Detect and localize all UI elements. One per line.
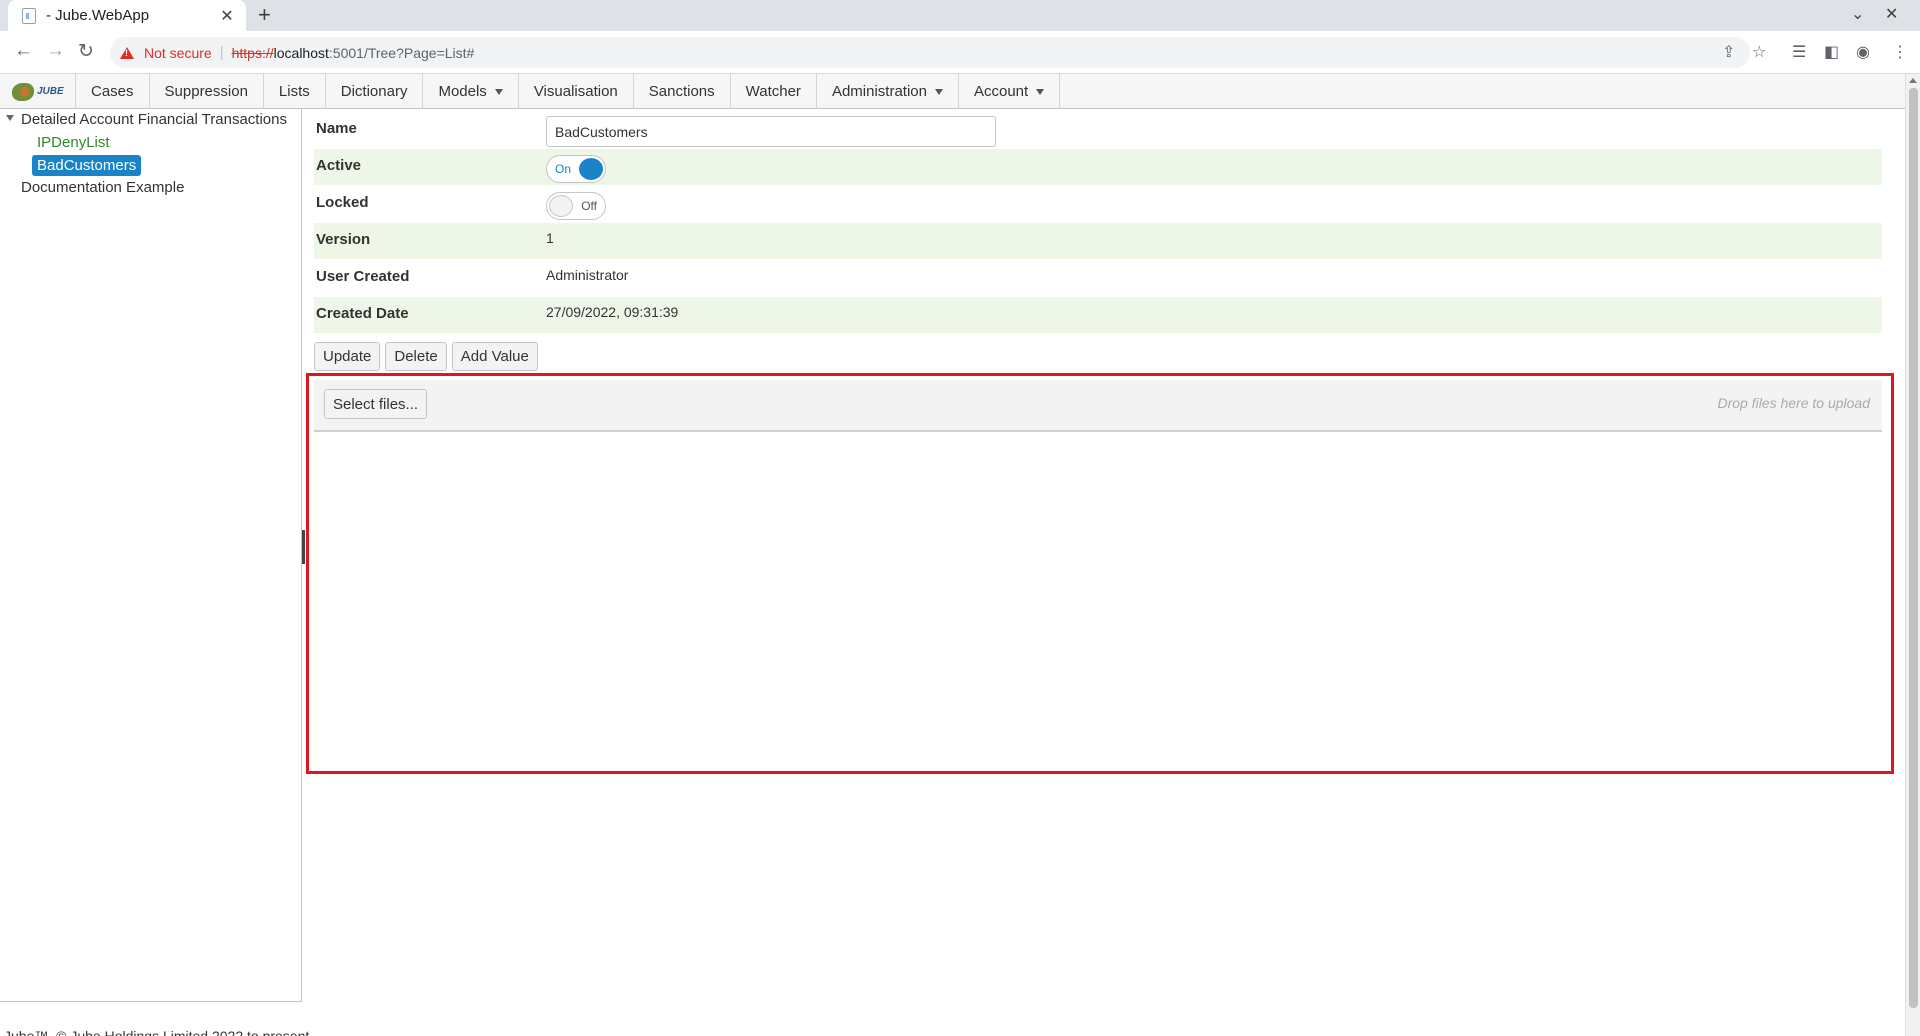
nav-label: Models bbox=[438, 83, 487, 100]
chevron-down-icon bbox=[1036, 88, 1045, 95]
nav-watcher[interactable]: Watcher bbox=[731, 74, 817, 109]
nav-label: Account bbox=[973, 83, 1029, 100]
url-path: :5001/Tree?Page=List# bbox=[328, 44, 475, 61]
tab-title: - Jube.WebApp bbox=[46, 7, 150, 24]
nav-label: Lists bbox=[278, 83, 310, 100]
nav-label: Suppression bbox=[164, 83, 248, 100]
tree-node-badcustomers[interactable]: BadCustomers bbox=[32, 155, 142, 176]
reload-icon[interactable]: ↻ bbox=[78, 40, 94, 63]
nav-sanctions[interactable]: Sanctions bbox=[634, 74, 731, 109]
tree-node-ipdenylist[interactable]: IPDenyList bbox=[37, 134, 110, 151]
browser-tab-bar: - Jube.WebApp ✕ + ⌄ ✕ bbox=[0, 0, 1920, 31]
tree-node-documentation-example[interactable]: Documentation Example bbox=[21, 179, 184, 196]
url-bar[interactable]: Not secure | https:// localhost :5001/Tr… bbox=[110, 37, 1750, 68]
nav-label: Sanctions bbox=[648, 83, 715, 100]
active-row: Active On bbox=[314, 149, 1882, 185]
created-date-value: 27/09/2022, 09:31:39 bbox=[546, 304, 679, 320]
locked-row: Locked Off bbox=[314, 186, 1882, 222]
scroll-thumb[interactable] bbox=[1909, 88, 1918, 1008]
chevron-down-icon bbox=[494, 88, 503, 95]
new-tab-icon[interactable]: + bbox=[258, 2, 271, 28]
url-separator: | bbox=[219, 44, 224, 61]
tab-search-chevron-icon[interactable]: ⌄ bbox=[1851, 4, 1864, 24]
user-created-label: User Created bbox=[316, 268, 410, 285]
security-label[interactable]: Not secure bbox=[144, 45, 212, 61]
reading-list-icon[interactable]: ☰ bbox=[1792, 42, 1806, 62]
version-row: Version 1 bbox=[314, 223, 1882, 259]
nav-label: Cases bbox=[91, 83, 134, 100]
toggle-knob bbox=[579, 158, 603, 180]
nav-label: Administration bbox=[831, 83, 927, 100]
tree-node-root[interactable]: Detailed Account Financial Transactions bbox=[21, 111, 287, 128]
share-icon[interactable]: ⇪ bbox=[1722, 42, 1735, 62]
warning-icon bbox=[120, 46, 134, 59]
user-created-value: Administrator bbox=[546, 267, 629, 283]
tree-panel: Detailed Account Financial Transactions … bbox=[0, 109, 302, 1002]
browser-address-bar: ← → ↻ Not secure | https:// localhost :5… bbox=[0, 31, 1920, 74]
active-label: Active bbox=[316, 157, 362, 174]
chevron-down-icon bbox=[934, 88, 943, 95]
jube-logo[interactable]: JUBE bbox=[0, 74, 76, 109]
nav-label: Dictionary bbox=[340, 83, 408, 100]
nav-suppression[interactable]: Suppression bbox=[150, 74, 264, 109]
locked-toggle-text: Off bbox=[581, 199, 597, 213]
nav-lists[interactable]: Lists bbox=[264, 74, 326, 109]
user-created-row: User Created Administrator bbox=[314, 260, 1882, 296]
created-date-row: Created Date 27/09/2022, 09:31:39 bbox=[314, 297, 1882, 333]
page-favicon-icon bbox=[22, 7, 36, 24]
back-icon[interactable]: ← bbox=[14, 40, 33, 62]
browser-tab[interactable]: - Jube.WebApp ✕ bbox=[8, 0, 246, 31]
scroll-up-icon[interactable] bbox=[1909, 78, 1917, 83]
window-close-icon[interactable]: ✕ bbox=[1885, 4, 1898, 24]
side-panel-icon[interactable]: ◧ bbox=[1824, 42, 1839, 62]
nav-label: Visualisation bbox=[533, 83, 618, 100]
url-scheme: https:// bbox=[231, 44, 274, 61]
nav-administration[interactable]: Administration bbox=[817, 74, 959, 109]
nav-cases[interactable]: Cases bbox=[76, 74, 150, 109]
add-value-button[interactable]: Add Value bbox=[451, 342, 538, 371]
nav-models[interactable]: Models bbox=[423, 74, 519, 109]
jube-logo-icon bbox=[12, 82, 34, 101]
active-toggle-text: On bbox=[555, 162, 572, 176]
nav-label: Watcher bbox=[745, 83, 801, 100]
version-label: Version bbox=[316, 231, 371, 248]
nav-dictionary[interactable]: Dictionary bbox=[326, 74, 424, 109]
toggle-knob bbox=[549, 195, 573, 217]
delete-button[interactable]: Delete bbox=[385, 342, 447, 371]
tree-collapse-icon[interactable] bbox=[6, 115, 14, 121]
created-date-label: Created Date bbox=[316, 305, 409, 322]
bookmark-star-icon[interactable]: ☆ bbox=[1752, 42, 1766, 62]
tab-close-icon[interactable]: ✕ bbox=[218, 6, 236, 26]
update-button[interactable]: Update bbox=[314, 342, 381, 371]
logo-text: JUBE bbox=[37, 86, 64, 97]
url-host: localhost bbox=[273, 44, 329, 61]
upload-highlight-box bbox=[306, 373, 1894, 774]
version-value: 1 bbox=[546, 230, 554, 246]
locked-label: Locked bbox=[316, 194, 369, 211]
browser-menu-icon[interactable]: ⋮ bbox=[1892, 42, 1908, 62]
app-nav: JUBE Cases Suppression Lists Dictionary … bbox=[0, 74, 1905, 109]
page-scrollbar[interactable] bbox=[1905, 74, 1920, 1036]
nav-account[interactable]: Account bbox=[959, 74, 1061, 109]
footer-copyright: Jube™. © Jube Holdings Limited 2022 to p… bbox=[4, 1028, 314, 1036]
forward-icon[interactable]: → bbox=[46, 40, 65, 62]
active-toggle[interactable]: On bbox=[546, 155, 606, 183]
name-label: Name bbox=[316, 120, 357, 137]
profile-avatar-icon[interactable]: ◉ bbox=[1856, 42, 1870, 62]
name-input[interactable] bbox=[546, 116, 996, 147]
nav-visualisation[interactable]: Visualisation bbox=[519, 74, 634, 109]
name-row: Name bbox=[314, 112, 1882, 148]
action-buttons: Update Delete Add Value bbox=[314, 342, 538, 371]
locked-toggle[interactable]: Off bbox=[546, 192, 606, 220]
